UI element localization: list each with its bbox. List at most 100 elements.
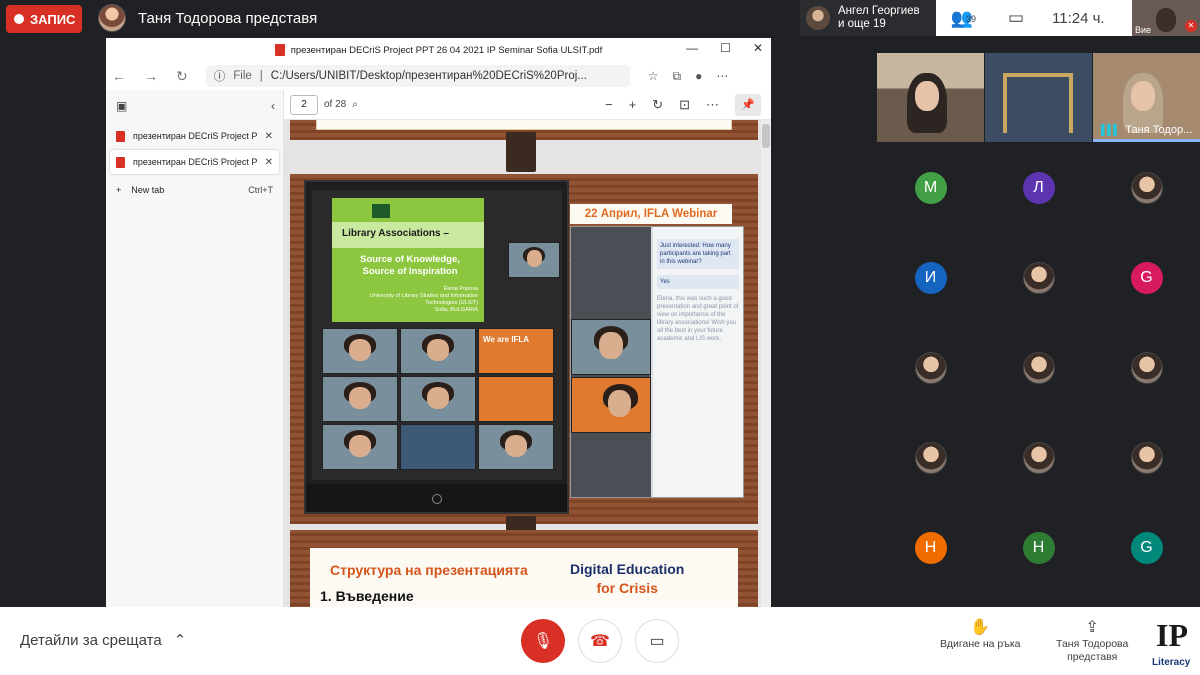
new-tab-button[interactable]: + New tab Ctrl+T xyxy=(106,176,283,204)
profile-icon[interactable]: ● xyxy=(695,69,702,84)
chevron-up-icon: ⌃ xyxy=(173,632,187,649)
participant-tile[interactable]: Л xyxy=(985,143,1092,232)
leave-call-button[interactable]: ☎ xyxy=(578,619,622,663)
url-field[interactable]: ⓘ File | C:/Users/UNIBIT/Desktop/презент… xyxy=(205,65,630,87)
slide-clip xyxy=(506,132,536,172)
participant-avatar xyxy=(806,6,830,30)
pdf-document-view[interactable]: Library Associations – Source of Knowled… xyxy=(284,120,771,608)
pdf-page-3: Структура на презентацията Digital Educa… xyxy=(290,530,758,608)
record-dot-icon xyxy=(14,14,24,24)
browser-tab-active[interactable]: презентиран DECriS Project PPT ✕ xyxy=(110,150,279,174)
raise-hand-button[interactable]: ✋ Вдигане на ръка xyxy=(940,619,1021,651)
fit-page-icon[interactable]: ⊡ xyxy=(679,97,690,113)
forward-icon[interactable]: → xyxy=(144,68,158,84)
participant-tile[interactable] xyxy=(985,413,1092,502)
participant-tile[interactable] xyxy=(985,323,1092,412)
participant-photo-avatar xyxy=(1022,261,1055,294)
present-screen-icon: ⇪ xyxy=(1085,619,1099,636)
presenting-text: Таня Тодорова представя xyxy=(138,9,318,27)
browser-tab[interactable]: презентиран DECriS Project PPT ✕ xyxy=(110,124,279,148)
presenting-line-1: Таня Тодорова xyxy=(1056,638,1129,650)
pdf-file-icon xyxy=(116,156,125,168)
webcam-tile xyxy=(322,376,398,422)
participant-tile[interactable]: И xyxy=(877,233,984,322)
participant-tile[interactable]: Н xyxy=(877,503,984,592)
more-icon[interactable]: ⋯ xyxy=(716,69,728,84)
search-icon[interactable]: ⌕ xyxy=(352,99,358,110)
url-text: C:/Users/UNIBIT/Desktop/презентиран%20DE… xyxy=(270,70,587,82)
zoom-out-icon[interactable]: − xyxy=(605,97,613,112)
more-icon[interactable]: ⋯ xyxy=(706,97,719,113)
maximize-icon[interactable]: ☐ xyxy=(720,41,731,55)
phone-photo: Just interested: How many participants a… xyxy=(570,226,744,498)
participant-video-tile[interactable] xyxy=(985,53,1092,142)
close-icon[interactable]: ✕ xyxy=(753,41,763,55)
participant-tile[interactable] xyxy=(877,413,984,502)
scrollbar-thumb[interactable] xyxy=(762,124,770,148)
laptop-photo: Library Associations – Source of Knowled… xyxy=(304,180,569,514)
speaker-name: Таня Тодор... xyxy=(1125,124,1193,136)
author-line-3: Sofia, BULGARIA xyxy=(434,307,478,313)
participant-grid: ▌▌▌ Таня Тодор... М Л И G Н Н G xyxy=(877,53,1200,591)
minimize-icon[interactable]: — xyxy=(686,41,698,55)
participant-tile[interactable]: G xyxy=(1093,233,1200,322)
participant-video-tile[interactable] xyxy=(877,53,984,142)
pin-toolbar-button[interactable]: 📌 xyxy=(735,93,761,116)
webcam-tile xyxy=(322,424,398,470)
close-tab-icon[interactable]: ✕ xyxy=(265,131,273,142)
participant-tile[interactable] xyxy=(1093,143,1200,232)
participant-initial-avatar: М xyxy=(914,171,947,204)
participants-peek[interactable]: Ангел Георгиев и още 19 xyxy=(800,0,936,36)
chat-answer: Yes xyxy=(657,275,739,289)
self-view-tile[interactable]: Вие ✕ xyxy=(1132,0,1200,36)
page-number-input[interactable]: 2 xyxy=(290,94,318,115)
pdf-scrollbar[interactable] xyxy=(761,120,771,608)
webcam-tile xyxy=(508,242,560,278)
conference-hall-video xyxy=(1003,73,1073,133)
participant-tile[interactable] xyxy=(1093,413,1200,502)
webinar-title: 22 Април, IFLA Webinar xyxy=(570,204,732,224)
participant-initial-avatar: Н xyxy=(914,531,947,564)
collections-icon[interactable]: ⧉ xyxy=(673,69,682,84)
chat-button[interactable]: ▭ xyxy=(988,8,1044,28)
rotate-icon[interactable]: ↻ xyxy=(652,97,663,113)
people-button[interactable]: 👥 39 xyxy=(936,8,988,29)
peek-more: и още 19 xyxy=(838,18,886,30)
self-label: Вие xyxy=(1135,25,1152,35)
presenting-button[interactable]: ⇪ Таня Тодорова представя xyxy=(1056,619,1129,664)
participant-initial-avatar: G xyxy=(1130,531,1163,564)
speaker-video-tile[interactable]: ▌▌▌ Таня Тодор... xyxy=(1093,53,1200,142)
participant-tile[interactable]: М xyxy=(877,143,984,232)
close-tab-icon[interactable]: ✕ xyxy=(265,157,273,168)
camera-toggle[interactable]: ▭ xyxy=(635,619,679,663)
participant-tile[interactable] xyxy=(985,233,1092,322)
collapse-pane-icon[interactable]: ‹ xyxy=(271,99,275,113)
zoom-in-icon[interactable]: + xyxy=(629,97,637,112)
camera-icon: ▭ xyxy=(649,633,665,650)
tab-actions-icon[interactable]: ▣ xyxy=(116,99,127,113)
meeting-details-button[interactable]: Детайли за срещата ⌃ xyxy=(20,631,187,650)
participant-tile[interactable] xyxy=(877,323,984,412)
vertical-tabs-pane: ▣ ‹ презентиран DECriS Project PPT ✕ пре… xyxy=(106,90,284,608)
self-video xyxy=(1156,8,1176,32)
ifla-tile xyxy=(478,376,554,422)
microphone-toggle[interactable]: 🎙 xyxy=(521,619,565,663)
participant-tile[interactable] xyxy=(1093,323,1200,412)
back-icon[interactable]: ← xyxy=(112,68,126,84)
refresh-icon[interactable]: ↻ xyxy=(176,68,188,85)
participant-photo-avatar xyxy=(1022,441,1055,474)
participant-tile[interactable]: Н xyxy=(985,503,1092,592)
webcam-tile xyxy=(322,328,398,374)
mic-off-icon: 🎙 xyxy=(532,633,554,650)
participant-tile[interactable]: G xyxy=(1093,503,1200,592)
slide3-right-title-1: Digital Education xyxy=(570,561,685,577)
favorites-icon[interactable]: ☆ xyxy=(648,69,659,84)
tab-label: презентиран DECriS Project PPT xyxy=(133,157,257,167)
participant-photo-avatar xyxy=(1022,351,1055,384)
hang-up-icon: ☎ xyxy=(590,633,610,650)
webcam-tile xyxy=(400,376,476,422)
participant-photo-avatar xyxy=(914,351,947,384)
recording-badge[interactable]: ЗАПИС xyxy=(6,5,82,33)
hand-icon: ✋ xyxy=(970,619,991,636)
chat-question: Just interested: How many participants a… xyxy=(657,239,739,269)
